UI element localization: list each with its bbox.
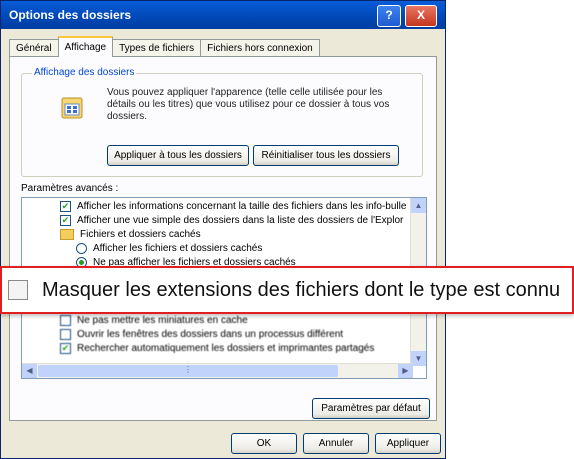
scroll-down-icon[interactable]: ▼: [411, 351, 426, 366]
tab-offline-files[interactable]: Fichiers hors connexion: [200, 39, 320, 57]
hide-extensions-checkbox[interactable]: [8, 280, 28, 300]
title-bar[interactable]: Options des dossiers ? X: [1, 1, 445, 29]
folder-views-description: Vous pouvez appliquer l'apparence (telle…: [107, 87, 390, 122]
folder-icon: [60, 228, 74, 240]
window-title: Options des dossiers: [9, 8, 132, 22]
tab-general[interactable]: Général: [9, 39, 59, 57]
scroll-up-icon[interactable]: ▲: [411, 198, 426, 213]
scroll-left-icon[interactable]: ◀: [22, 364, 37, 378]
scroll-right-icon[interactable]: ▶: [398, 364, 413, 378]
list-item[interactable]: ✔ Rechercher automatiquement les dossiers…: [60, 342, 374, 355]
tab-strip: Général Affichage Types de fichiers Fich…: [9, 36, 320, 57]
list-item[interactable]: Afficher les fichiers et dossiers cachés: [76, 242, 262, 255]
ok-button[interactable]: OK: [231, 433, 297, 454]
close-button[interactable]: X: [405, 5, 437, 27]
folder-view-icon: [61, 97, 83, 119]
checkbox-checked-icon[interactable]: ✔: [60, 214, 71, 226]
list-item[interactable]: ✔ Afficher les informations concernant la…: [60, 200, 406, 213]
tab-view[interactable]: Affichage: [57, 36, 114, 57]
scroll-thumb[interactable]: ⋮: [38, 365, 338, 377]
restore-defaults-button[interactable]: Paramètres par défaut: [312, 398, 430, 419]
list-item[interactable]: Ne pas mettre les miniatures en cache: [60, 314, 248, 327]
horizontal-scrollbar[interactable]: ◀ ⋮ ▶: [22, 363, 413, 378]
radio-unselected-icon[interactable]: [76, 242, 87, 254]
checkbox-unchecked-icon[interactable]: [60, 328, 71, 340]
list-item: Fichiers et dossiers cachés: [60, 228, 201, 241]
list-item[interactable]: Ouvrir les fenêtres des dossiers dans un…: [60, 328, 343, 341]
checkbox-unchecked-icon[interactable]: [60, 314, 71, 326]
group-title: Affichage des dossiers: [32, 67, 137, 78]
hide-extensions-label: Masquer les extensions des fichiers dont…: [42, 279, 561, 301]
advanced-settings-label: Paramètres avancés :: [21, 183, 119, 194]
checkbox-checked-icon[interactable]: ✔: [60, 342, 71, 354]
tab-file-types[interactable]: Types de fichiers: [112, 39, 202, 57]
help-button[interactable]: ?: [377, 5, 401, 27]
folder-options-dialog: Options des dossiers ? X Général Afficha…: [0, 0, 446, 459]
apply-to-all-folders-button[interactable]: Appliquer à tous les dossiers: [107, 145, 249, 166]
reset-all-folders-button[interactable]: Réinitialiser tous les dossiers: [253, 145, 399, 166]
cancel-button[interactable]: Annuler: [303, 433, 369, 454]
apply-button[interactable]: Appliquer: [375, 433, 441, 454]
highlighted-setting-callout: Masquer les extensions des fichiers dont…: [0, 266, 574, 314]
list-item[interactable]: ✔ Afficher une vue simple des dossiers da…: [60, 214, 403, 227]
checkbox-checked-icon[interactable]: ✔: [60, 200, 71, 212]
